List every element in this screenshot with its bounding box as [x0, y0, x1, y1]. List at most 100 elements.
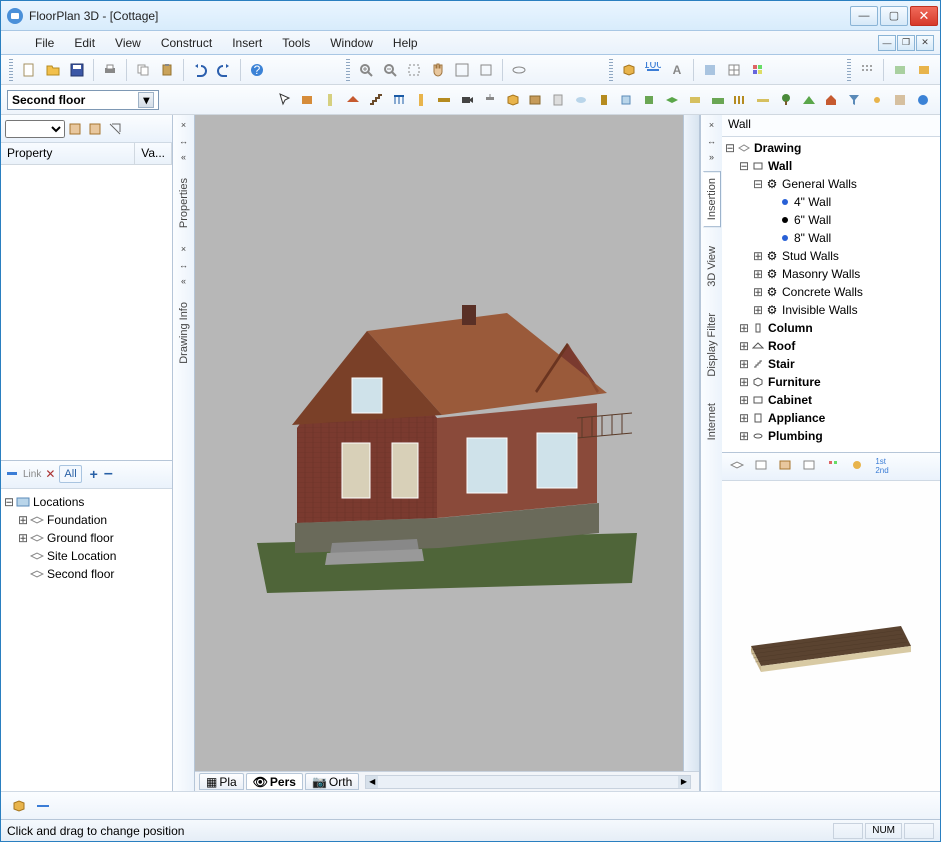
light-tool[interactable] — [478, 88, 501, 112]
preview-btn-5[interactable] — [822, 454, 846, 478]
cfg-button-2[interactable] — [912, 58, 936, 82]
remove-button[interactable]: – — [104, 465, 113, 483]
plant-tool[interactable] — [774, 88, 797, 112]
toolbar-grip[interactable] — [346, 59, 350, 81]
level-selector[interactable]: Second floor ▾ — [7, 90, 159, 110]
tab-perspective[interactable]: 👁Pers — [246, 773, 303, 790]
tab-display-filter[interactable]: Display Filter — [703, 306, 721, 384]
expand-icon[interactable]: ⊞ — [17, 513, 29, 527]
select-tool[interactable] — [273, 88, 296, 112]
expand-icon[interactable]: ⊞ — [17, 531, 29, 545]
paste-button[interactable] — [155, 58, 179, 82]
menu-file[interactable]: File — [25, 34, 64, 52]
camera-tool[interactable] — [456, 88, 479, 112]
maximize-button[interactable]: ▢ — [880, 6, 908, 26]
web-tool[interactable] — [911, 88, 934, 112]
grid-button[interactable] — [722, 58, 746, 82]
terrain-tool[interactable] — [706, 88, 729, 112]
tab-properties[interactable]: Properties — [175, 171, 193, 235]
dock-handle[interactable]: × — [178, 119, 190, 131]
floor-tool[interactable] — [661, 88, 684, 112]
value-col[interactable]: Va... — [135, 143, 172, 164]
copy-button[interactable] — [131, 58, 155, 82]
zoom-window-button[interactable] — [402, 58, 426, 82]
notes-tool[interactable] — [888, 88, 911, 112]
menu-insert[interactable]: Insert — [222, 34, 272, 52]
dimension-button[interactable]: 100 — [641, 58, 665, 82]
dock-handle[interactable]: » — [706, 151, 718, 163]
dock-handle[interactable]: ↔ — [706, 135, 718, 147]
minimize-button[interactable]: — — [850, 6, 878, 26]
close-button[interactable]: ✕ — [910, 6, 938, 26]
open-button[interactable] — [41, 58, 65, 82]
preview-btn-1[interactable] — [726, 454, 750, 478]
help-button[interactable]: ? — [245, 58, 269, 82]
menu-window[interactable]: Window — [320, 34, 383, 52]
filter-all-button[interactable]: All — [59, 465, 81, 483]
menu-help[interactable]: Help — [383, 34, 428, 52]
tree-label[interactable]: Second floor — [45, 567, 114, 581]
add-button[interactable]: + — [90, 466, 98, 482]
dock-handle[interactable]: « — [178, 151, 190, 163]
tree-label[interactable]: Ground floor — [45, 531, 114, 545]
plumbing-tool[interactable] — [569, 88, 592, 112]
fence-tool[interactable] — [729, 88, 752, 112]
location-tree[interactable]: ⊟ Locations ⊞ Foundation ⊞ Ground floor … — [1, 489, 172, 792]
roof-tool[interactable] — [342, 88, 365, 112]
toolbar-grip[interactable] — [847, 59, 851, 81]
dock-handle[interactable]: « — [178, 275, 190, 287]
materials-button[interactable] — [746, 58, 770, 82]
zoom-out-button[interactable] — [378, 58, 402, 82]
menu-view[interactable]: View — [105, 34, 151, 52]
opening-tool[interactable] — [638, 88, 661, 112]
zoom-prev-button[interactable] — [474, 58, 498, 82]
orbit-button[interactable] — [507, 58, 531, 82]
scrollbar-h[interactable]: ◀ ▶ — [365, 775, 691, 789]
tab-plan[interactable]: ▦Pla — [199, 773, 244, 790]
preview-btn-2[interactable] — [750, 454, 774, 478]
snap-grid-button[interactable] — [855, 58, 879, 82]
preview-btn-4[interactable] — [798, 454, 822, 478]
zoom-extents-button[interactable] — [450, 58, 474, 82]
mdi-minimize-button[interactable]: — — [878, 35, 896, 51]
door-tool[interactable] — [592, 88, 615, 112]
layer-button[interactable] — [698, 58, 722, 82]
menu-tools[interactable]: Tools — [272, 34, 320, 52]
insertion-tree[interactable]: ⊟Drawing ⊟Wall ⊟⚙General Walls 4" Wall 6… — [722, 137, 940, 453]
dock-handle[interactable]: ↔ — [178, 259, 190, 271]
dock-handle[interactable]: ↔ — [178, 135, 190, 147]
menu-construct[interactable]: Construct — [151, 34, 222, 52]
filter-tool[interactable] — [843, 88, 866, 112]
toolbar-grip[interactable] — [609, 59, 613, 81]
mdi-restore-button[interactable]: ❐ — [897, 35, 915, 51]
toolbar-grip[interactable] — [9, 59, 13, 81]
ceiling-tool[interactable] — [683, 88, 706, 112]
window-tool[interactable] — [615, 88, 638, 112]
delete-icon[interactable]: ✕ — [45, 467, 55, 481]
tree-label[interactable]: Locations — [31, 495, 84, 509]
pan-button[interactable] — [426, 58, 450, 82]
loc-icon[interactable] — [5, 466, 19, 483]
tree-label[interactable]: Foundation — [45, 513, 107, 527]
property-col[interactable]: Property — [1, 143, 135, 164]
dim-icon[interactable] — [31, 794, 55, 818]
path-tool[interactable] — [752, 88, 775, 112]
tab-3d-view[interactable]: 3D View — [703, 239, 721, 294]
rail-tool[interactable] — [387, 88, 410, 112]
dock-handle[interactable]: × — [178, 243, 190, 255]
save-button[interactable] — [65, 58, 89, 82]
furniture-tool[interactable] — [501, 88, 524, 112]
column-tool[interactable] — [319, 88, 342, 112]
prop-icon-3[interactable] — [105, 119, 125, 139]
box-button[interactable] — [617, 58, 641, 82]
tab-drawing-info[interactable]: Drawing Info — [175, 295, 193, 371]
beam-tool[interactable] — [410, 88, 433, 112]
dock-handle[interactable]: × — [706, 119, 718, 131]
new-button[interactable] — [17, 58, 41, 82]
prop-icon-2[interactable] — [85, 119, 105, 139]
print-button[interactable] — [98, 58, 122, 82]
sun-tool[interactable] — [866, 88, 889, 112]
undo-button[interactable] — [188, 58, 212, 82]
tab-internet[interactable]: Internet — [703, 396, 721, 447]
preview-btn-3[interactable] — [774, 454, 798, 478]
